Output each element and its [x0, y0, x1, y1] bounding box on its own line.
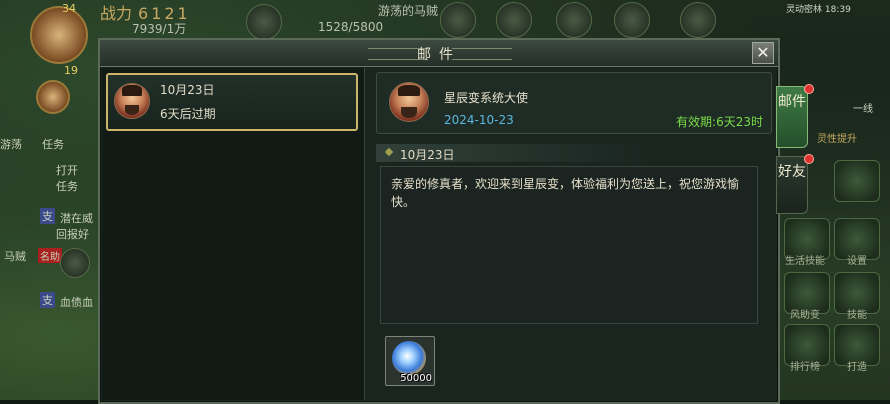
wind-label: 风助变 — [790, 310, 820, 321]
skill-icon[interactable] — [614, 2, 650, 38]
left-entry[interactable]: 马贼 — [4, 248, 26, 264]
notification-dot — [804, 154, 814, 164]
close-button[interactable]: ✕ — [752, 42, 774, 64]
spirit-upgrade-label[interactable]: 灵性提升 — [812, 130, 862, 145]
forge-label: 打造 — [847, 362, 867, 373]
ranking-label: 排行榜 — [790, 362, 820, 373]
companion-avatar[interactable] — [36, 80, 70, 114]
support-badge: 支 — [40, 208, 55, 224]
event-icon[interactable] — [440, 2, 476, 38]
mail-body-box: 亲爱的修真者，欢迎来到星辰变，体验福利为您送上，祝您游戏愉快。 — [380, 166, 758, 324]
quest-icon[interactable] — [60, 248, 90, 278]
left-entry[interactable]: 任务 — [42, 136, 64, 152]
left-entry[interactable]: 血债血 — [60, 294, 93, 310]
pet-icon[interactable] — [556, 2, 592, 38]
life-skill-label: 生活技能 — [785, 256, 825, 267]
mail-item-date: 10月23日 — [160, 83, 215, 97]
support-badge: 支 — [40, 292, 55, 308]
dialog-title-bar[interactable]: 邮件 ✕ — [100, 40, 778, 67]
gold-ingot-icon[interactable] — [246, 4, 282, 40]
sender-portrait-icon — [114, 83, 150, 119]
sent-date: 2024-10-23 — [444, 113, 514, 127]
spirit-orb-icon — [392, 341, 426, 375]
tab-friends-label: 好友 — [778, 164, 806, 180]
mail-detail: 星辰变系统大使 2024-10-23 有效期:6天23时 10月23日 亲爱的修… — [368, 68, 774, 400]
level-badge-2: 19 — [64, 64, 78, 77]
left-entry[interactable]: 游荡 — [0, 136, 22, 152]
mail-dialog: 邮件 ✕ 10月23日 6天后过期 星辰变系统大使 2024-10-23 有效期… — [98, 38, 780, 404]
level-badge: 34 — [62, 2, 76, 15]
tab-mail[interactable]: 邮件 — [776, 84, 814, 148]
left-entry[interactable]: 任务 — [56, 178, 78, 194]
sub-header-date: 10月23日 — [400, 148, 455, 162]
notification-dot — [804, 84, 814, 94]
location-progress: 1528/5800 — [318, 20, 384, 34]
dialog-title: 邮件 — [417, 47, 461, 63]
fullscreen-icon[interactable] — [834, 160, 880, 202]
attachment-qty: 50000 — [400, 373, 432, 384]
attachment-slot[interactable]: 50000 — [385, 336, 435, 386]
power-progress: 7939/1万 — [132, 22, 187, 36]
validity-label: 有效期:6天23时 — [676, 115, 763, 129]
mail-item-expire: 6天后过期 — [160, 107, 216, 121]
help-badge: 名助 — [38, 248, 62, 263]
tab-mail-label: 邮件 — [778, 94, 806, 110]
player-avatar[interactable] — [30, 6, 88, 64]
location-name: 游荡的马贼 — [378, 4, 439, 18]
sender-name: 星辰变系统大使 — [444, 91, 529, 105]
line-label[interactable]: 一线 — [838, 100, 888, 115]
left-entry[interactable]: 回报好 — [56, 226, 89, 242]
tab-friends[interactable]: 好友 — [776, 154, 814, 214]
left-entry[interactable]: 打开 — [56, 162, 78, 178]
attachment-area: 50000 — [380, 332, 756, 396]
skill-label: 技能 — [847, 310, 867, 321]
battle-icon[interactable] — [496, 2, 532, 38]
sender-portrait-icon — [389, 82, 429, 122]
sender-box: 星辰变系统大使 2024-10-23 有效期:6天23时 — [376, 72, 772, 134]
mail-body-text: 亲爱的修真者，欢迎来到星辰变，体验福利为您送上，祝您游戏愉快。 — [391, 177, 740, 209]
server-info: 灵动密林 18:39 — [786, 5, 851, 15]
activity-icon[interactable] — [680, 2, 716, 38]
settings-label: 设置 — [847, 256, 867, 267]
left-entry[interactable]: 潜在威 — [60, 210, 93, 226]
mail-list-item[interactable]: 10月23日 6天后过期 — [106, 73, 358, 131]
mail-list: 10月23日 6天后过期 — [102, 68, 365, 400]
